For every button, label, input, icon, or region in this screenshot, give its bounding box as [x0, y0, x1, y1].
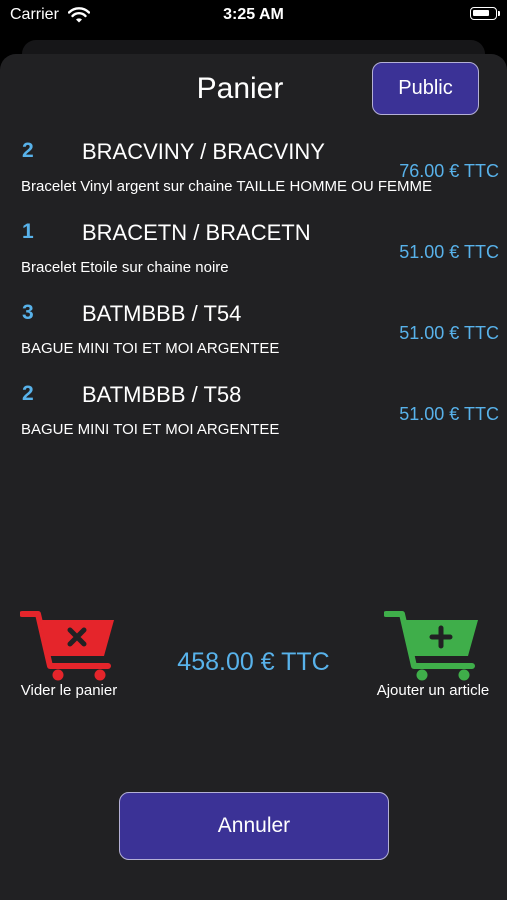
item-quantity: 1 [22, 220, 34, 243]
item-quantity: 2 [22, 139, 34, 162]
cancel-button[interactable]: Annuler [119, 792, 389, 860]
item-quantity: 3 [22, 301, 34, 324]
item-description: Bracelet Vinyl argent sur chaine TAILLE … [21, 178, 432, 195]
item-reference: BRACVINY / BRACVINY [82, 139, 325, 164]
item-description: BAGUE MINI TOI ET MOI ARGENTEE [21, 340, 280, 357]
cart-item[interactable]: 1 BRACETN / BRACETN 51.00 € TTC Bracelet… [0, 208, 507, 289]
public-button[interactable]: Public [372, 62, 479, 115]
item-description: Bracelet Etoile sur chaine noire [21, 259, 229, 276]
cart-item[interactable]: 2 BRACVINY / BRACVINY 76.00 € TTC Bracel… [0, 127, 507, 208]
add-item-button[interactable]: Ajouter un article [366, 608, 500, 699]
item-reference: BATMBBB / T54 [82, 301, 242, 326]
item-reference: BRACETN / BRACETN [82, 220, 311, 245]
add-item-label: Ajouter un article [376, 682, 490, 699]
item-quantity: 2 [22, 382, 34, 405]
clear-cart-label: Vider le panier [20, 682, 118, 699]
item-reference: BATMBBB / T58 [82, 382, 242, 407]
cart-item[interactable]: 2 BATMBBB / T58 51.00 € TTC BAGUE MINI T… [0, 370, 507, 451]
cart-add-icon [384, 611, 478, 681]
status-time: 3:25 AM [223, 6, 284, 23]
item-description: BAGUE MINI TOI ET MOI ARGENTEE [21, 421, 280, 438]
battery-icon [470, 7, 500, 20]
status-bar: Carrier 3:25 AM [0, 0, 507, 32]
cart-item[interactable]: 3 BATMBBB / T54 51.00 € TTC BAGUE MINI T… [0, 289, 507, 370]
